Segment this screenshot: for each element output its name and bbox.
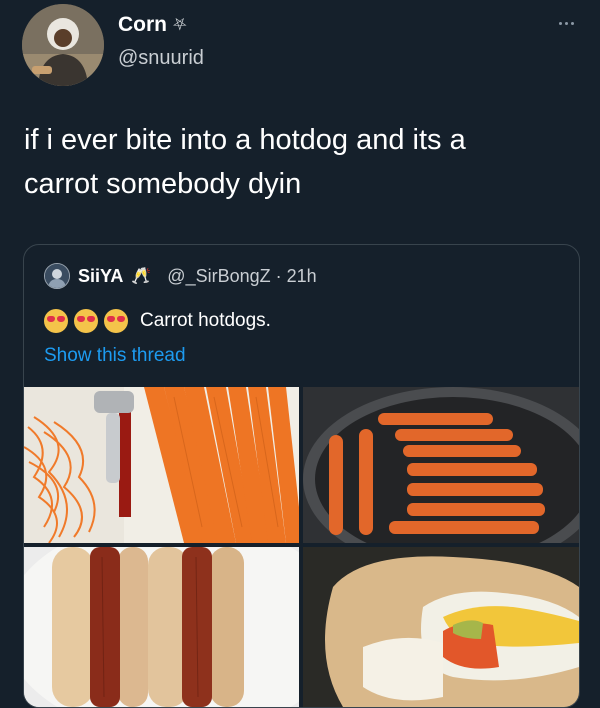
photo-carrots-in-pan[interactable]: [303, 387, 579, 543]
author-name-row[interactable]: Corn ⛧: [118, 13, 187, 37]
heart-eyes-emoji-icon: [44, 309, 68, 333]
quoted-tweet-header: SiiYA 🥂 @_SirBongZ · 21h: [44, 263, 317, 289]
champagne-emoji: 🥂: [131, 268, 152, 285]
quoted-handle-time: @_SirBongZ · 21h: [167, 265, 317, 286]
heart-eyes-emoji-icon: [104, 309, 128, 333]
photo-bitten-hotdog[interactable]: [303, 547, 579, 707]
more-dot: [564, 21, 568, 25]
quoted-avatar[interactable]: [44, 263, 70, 289]
tweet-text-line: carrot somebody dyin: [24, 168, 302, 200]
more-dot: [570, 21, 574, 25]
tweet-text: if i ever bite into a hotdog and its a c…: [24, 118, 574, 206]
handle[interactable]: @snuurid: [118, 47, 204, 70]
show-thread-link[interactable]: Show this thread: [44, 345, 186, 367]
quoted-display-name[interactable]: SiiYA: [78, 266, 123, 287]
photo-carrot-hotdogs[interactable]: [24, 547, 299, 707]
tweet-text-line: if i ever bite into a hotdog and its a: [24, 124, 466, 156]
photo-peeled-carrots[interactable]: [24, 387, 299, 543]
heart-eyes-emoji-icon: [74, 309, 98, 333]
pentagram-emoji: ⛧: [173, 15, 187, 34]
quoted-tweet[interactable]: SiiYA 🥂 @_SirBongZ · 21h Carrot hotdogs.…: [23, 244, 580, 708]
photo-grid: [24, 387, 579, 707]
more-dot: [558, 21, 562, 25]
quoted-tweet-text: Carrot hotdogs.: [140, 310, 271, 331]
avatar[interactable]: [22, 4, 104, 86]
display-name[interactable]: Corn: [118, 13, 167, 37]
tweet: Corn ⛧ @snuurid if i ever bite into a ho…: [0, 0, 600, 708]
more-icon[interactable]: [553, 12, 579, 34]
quoted-tweet-body: Carrot hotdogs.: [44, 309, 271, 333]
